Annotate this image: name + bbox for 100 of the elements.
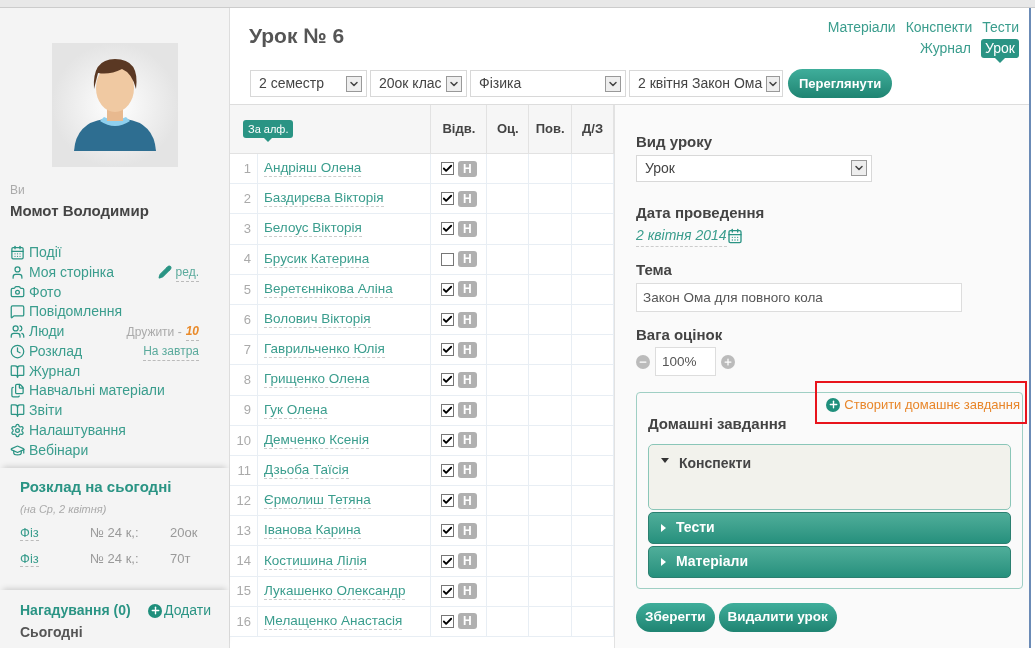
friends-count[interactable]: 10 xyxy=(185,322,199,342)
sidebar-menu-item[interactable]: Повідомлення xyxy=(29,301,122,323)
topic-field[interactable]: Закон Ома для повного кола xyxy=(636,282,962,312)
attendance-checkbox[interactable] xyxy=(440,403,454,417)
sidebar-menu-item[interactable]: Налаштування xyxy=(29,420,126,442)
absent-badge[interactable]: Н xyxy=(457,251,477,268)
attendance-checkbox[interactable] xyxy=(440,252,454,266)
row-number: 2 xyxy=(230,184,258,214)
absent-badge[interactable]: Н xyxy=(457,371,477,388)
attendance-checkbox[interactable] xyxy=(440,282,454,296)
delete-button[interactable]: Видалити урок xyxy=(718,602,837,632)
absent-badge[interactable]: Н xyxy=(457,281,477,298)
absent-badge[interactable]: Н xyxy=(457,402,477,419)
sort-badge[interactable]: За алф. xyxy=(243,119,294,139)
student-link[interactable]: Андріяш Олена xyxy=(263,160,362,178)
student-link[interactable]: Єрмолиш Тетяна xyxy=(263,492,371,510)
weight-field[interactable]: 100% xyxy=(655,347,716,376)
attendance-checkbox[interactable] xyxy=(440,524,454,538)
filter-dropdown[interactable]: Фізика xyxy=(470,70,626,97)
absent-badge[interactable]: Н xyxy=(457,432,477,449)
student-link[interactable]: Іванова Карина xyxy=(263,522,361,540)
absent-badge[interactable]: Н xyxy=(457,583,477,600)
nav-tab[interactable]: Тести xyxy=(982,18,1019,37)
nav-tab[interactable]: Матеріали xyxy=(827,18,896,37)
absent-badge[interactable]: Н xyxy=(457,190,477,207)
subject-link[interactable]: Фіз xyxy=(20,523,90,543)
filter-dropdown[interactable]: 2 квітня Закон Ома xyxy=(629,70,783,97)
create-homework-link[interactable]: Створити домашнє завдання xyxy=(844,395,1020,415)
sidebar-menu-item[interactable]: Навчальні матеріали xyxy=(29,380,165,402)
sidebar-menu-item[interactable]: Вебінари xyxy=(29,439,89,461)
homework-section[interactable]: Тести xyxy=(648,511,1011,544)
row-number: 10 xyxy=(230,425,258,455)
attendance-checkbox[interactable] xyxy=(440,433,454,447)
student-link[interactable]: Брусик Катерина xyxy=(263,250,370,268)
student-link[interactable]: Грищенко Олена xyxy=(263,371,370,389)
absent-badge[interactable]: Н xyxy=(457,341,477,358)
homework-section[interactable]: Матеріали xyxy=(648,545,1011,578)
attendance-checkbox[interactable] xyxy=(440,162,454,176)
student-link[interactable]: Веретєннікова Аліна xyxy=(263,280,393,298)
attendance-checkbox[interactable] xyxy=(440,373,454,387)
student-link[interactable]: Мелащенко Анастасія xyxy=(263,612,403,630)
date-link[interactable]: 2 квітня 2014 xyxy=(636,225,727,247)
student-link[interactable]: Гук Олена xyxy=(263,401,328,419)
save-button[interactable]: Зберегти xyxy=(636,602,715,632)
attendance-checkbox[interactable] xyxy=(440,494,454,508)
row-number: 15 xyxy=(230,576,258,606)
view-button[interactable]: Переглянути xyxy=(788,69,893,98)
row-number: 14 xyxy=(230,546,258,576)
calendar-icon[interactable] xyxy=(726,228,743,244)
row-number: 4 xyxy=(230,244,258,274)
pencil-icon xyxy=(157,265,172,280)
attendance-checkbox[interactable] xyxy=(440,614,454,628)
student-link[interactable]: Лукашенко Олександр xyxy=(263,582,406,600)
attendance-checkbox[interactable] xyxy=(440,343,454,357)
absent-badge[interactable]: Н xyxy=(457,462,477,479)
nav-tab[interactable]: Журнал xyxy=(919,39,972,58)
row-number: 3 xyxy=(230,214,258,244)
attendance-checkbox[interactable] xyxy=(440,554,454,568)
absent-badge[interactable]: Н xyxy=(457,220,477,237)
friends-label: Дружити - xyxy=(126,323,182,341)
filter-dropdown[interactable]: 2 семестр xyxy=(250,70,367,97)
row-number: 9 xyxy=(230,395,258,425)
homework-section[interactable]: Конспекти xyxy=(648,443,1011,510)
edit-link[interactable]: ред. xyxy=(175,262,199,282)
attendance-checkbox[interactable] xyxy=(440,313,454,327)
add-reminder-link[interactable]: Додати xyxy=(164,600,211,622)
attendance-checkbox[interactable] xyxy=(440,222,454,236)
filter-dropdown[interactable]: 20ок клас xyxy=(370,70,467,97)
absent-badge[interactable]: Н xyxy=(457,522,477,539)
student-link[interactable]: Гаврильченко Юлія xyxy=(263,341,385,359)
attendance-checkbox[interactable] xyxy=(440,584,454,598)
attendance-checkbox[interactable] xyxy=(440,192,454,206)
sidebar-menu-item[interactable]: Фото xyxy=(29,281,62,303)
student-link[interactable]: Дзьоба Таїсія xyxy=(263,461,349,479)
sidebar-menu-item[interactable]: Події xyxy=(29,241,62,263)
absent-badge[interactable]: Н xyxy=(457,160,477,177)
absent-badge[interactable]: Н xyxy=(457,553,477,570)
column-header: Д/З xyxy=(572,105,614,153)
lesson-type-dropdown[interactable]: Урок xyxy=(636,154,872,182)
student-link[interactable]: Костишина Лілія xyxy=(263,552,367,570)
row-number: 11 xyxy=(230,455,258,486)
attendance-checkbox[interactable] xyxy=(440,463,454,477)
sidebar-menu-item[interactable]: Журнал xyxy=(29,360,81,382)
tomorrow-link[interactable]: На завтра xyxy=(143,341,199,361)
student-link[interactable]: Волович Вікторія xyxy=(263,311,371,329)
sidebar-menu-item[interactable]: Моя сторінка xyxy=(29,261,114,283)
student-link[interactable]: Белоус Вікторія xyxy=(263,220,362,238)
absent-badge[interactable]: Н xyxy=(457,613,477,630)
row-number: 16 xyxy=(230,606,258,636)
absent-badge[interactable]: Н xyxy=(457,492,477,509)
row-number: 5 xyxy=(230,274,258,304)
student-link[interactable]: Баздирєва Вікторія xyxy=(263,190,384,208)
schedule-date: (на Ср, 2 квітня) xyxy=(20,501,108,517)
absent-badge[interactable]: Н xyxy=(457,311,477,328)
sidebar-menu-item[interactable]: Розклад xyxy=(29,340,83,362)
subject-link[interactable]: Фіз xyxy=(20,548,90,569)
nav-tab[interactable]: Конспекти xyxy=(905,18,973,37)
sidebar-menu-item[interactable]: Люди xyxy=(29,321,65,343)
sidebar-menu-item[interactable]: Звіти xyxy=(29,400,63,422)
student-link[interactable]: Демченко Ксенія xyxy=(263,431,370,449)
